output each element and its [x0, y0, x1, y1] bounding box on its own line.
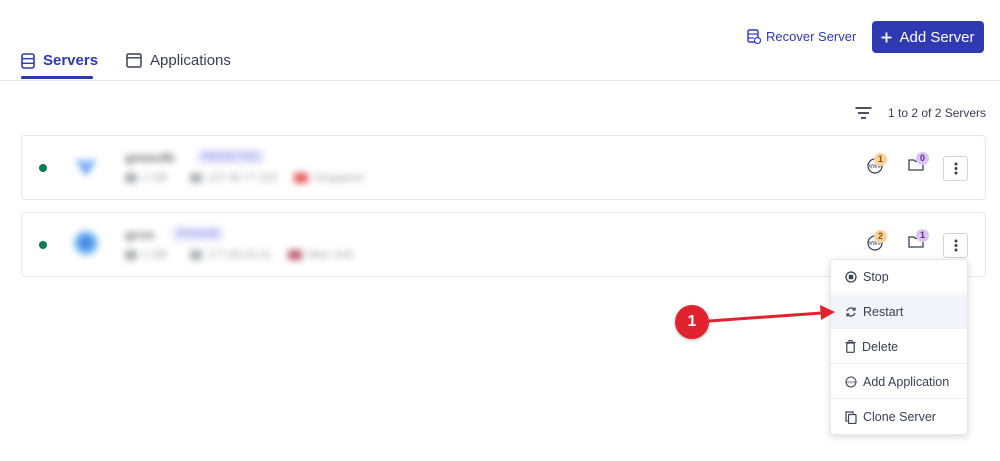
- more-vertical-icon: [954, 239, 957, 252]
- stop-icon: [845, 270, 857, 283]
- applications-count-badge: 1: [874, 153, 887, 166]
- menu-item-delete-label: Delete: [862, 339, 899, 354]
- server-actions-menu: Stop Restart Delete WWW Add Application …: [830, 259, 968, 435]
- status-dot: [39, 241, 47, 249]
- folders-count-badge: 1: [916, 229, 929, 242]
- menu-item-add-application-label: Add Application: [863, 374, 950, 389]
- server-name: gcsx: [125, 227, 155, 242]
- menu-item-delete[interactable]: Delete: [831, 330, 967, 364]
- server-icon: [21, 52, 35, 69]
- size-icon: [125, 250, 137, 260]
- www-icon: WWW: [845, 376, 857, 387]
- filter-button[interactable]: [855, 106, 872, 125]
- status-dot: [39, 164, 47, 172]
- tab-applications[interactable]: Applications: [126, 52, 231, 69]
- menu-item-stop[interactable]: Stop: [831, 260, 967, 294]
- window-icon: [126, 53, 142, 68]
- restart-icon: [846, 306, 856, 317]
- server-actions-button[interactable]: [943, 156, 968, 181]
- add-server-label: Add Server: [899, 28, 975, 46]
- provider-logo-icon: [76, 160, 96, 176]
- recover-server-label: Recover Server: [766, 29, 857, 44]
- server-tag: Personal: [172, 227, 224, 241]
- server-tag: REDACTED: [197, 150, 265, 164]
- tab-applications-label: Applications: [150, 52, 231, 69]
- menu-item-restart[interactable]: Restart: [831, 295, 967, 329]
- tab-servers-label: Servers: [43, 52, 99, 69]
- applications-count-badge: 2: [874, 230, 887, 243]
- server-info: gmaxdb REDACTED 1 GB 157.90.77.223 Singa…: [62, 138, 392, 196]
- server-size: 1 GB: [142, 172, 168, 184]
- server-row[interactable]: gmaxdb REDACTED 1 GB 157.90.77.223 Singa…: [21, 135, 986, 200]
- server-size: 1 GB: [142, 249, 168, 261]
- server-ip: 157.90.77.223: [207, 172, 278, 184]
- folders-count-badge: 0: [916, 152, 929, 165]
- server-location: Singapore: [313, 172, 364, 184]
- menu-item-stop-label: Stop: [863, 269, 889, 284]
- server-ip: 177.83.02.01: [207, 249, 272, 261]
- trash-icon: [845, 340, 856, 353]
- ip-icon: [190, 173, 203, 183]
- server-count: 1 to 2 of 2 Servers: [888, 106, 987, 120]
- filter-icon: [855, 107, 872, 119]
- active-tab-indicator: [21, 76, 93, 79]
- menu-item-clone-server[interactable]: Clone Server: [831, 400, 967, 434]
- menu-item-restart-label: Restart: [863, 304, 904, 319]
- svg-text:WWW: WWW: [845, 379, 857, 384]
- plus-icon: [881, 32, 892, 42]
- size-icon: [125, 173, 137, 183]
- ip-icon: [190, 250, 203, 260]
- server-info: gcsx Personal 1 GB 177.83.02.01 New York: [62, 215, 392, 273]
- flag-icon: [294, 173, 309, 183]
- recover-icon: [747, 29, 761, 44]
- flag-icon: [288, 250, 303, 260]
- tab-servers[interactable]: Servers: [21, 52, 98, 69]
- server-meta: 1 GB 177.83.02.01 New York: [125, 249, 354, 261]
- add-server-button[interactable]: Add Server: [872, 21, 984, 53]
- server-meta: 1 GB 157.90.77.223 Singapore: [125, 172, 364, 184]
- provider-logo-icon: [74, 231, 98, 255]
- tabs-bar: Servers Applications Recover Server Add …: [0, 0, 1000, 81]
- server-location: New York: [307, 249, 354, 261]
- server-name: gmaxdb: [125, 150, 175, 165]
- more-vertical-icon: [954, 162, 957, 175]
- recover-server-button[interactable]: Recover Server: [747, 29, 856, 44]
- server-actions-button[interactable]: [943, 233, 968, 258]
- menu-item-add-application[interactable]: WWW Add Application: [831, 365, 967, 399]
- copy-icon: [845, 410, 857, 424]
- annotation-step-badge: 1: [675, 305, 709, 339]
- menu-item-clone-server-label: Clone Server: [863, 410, 936, 424]
